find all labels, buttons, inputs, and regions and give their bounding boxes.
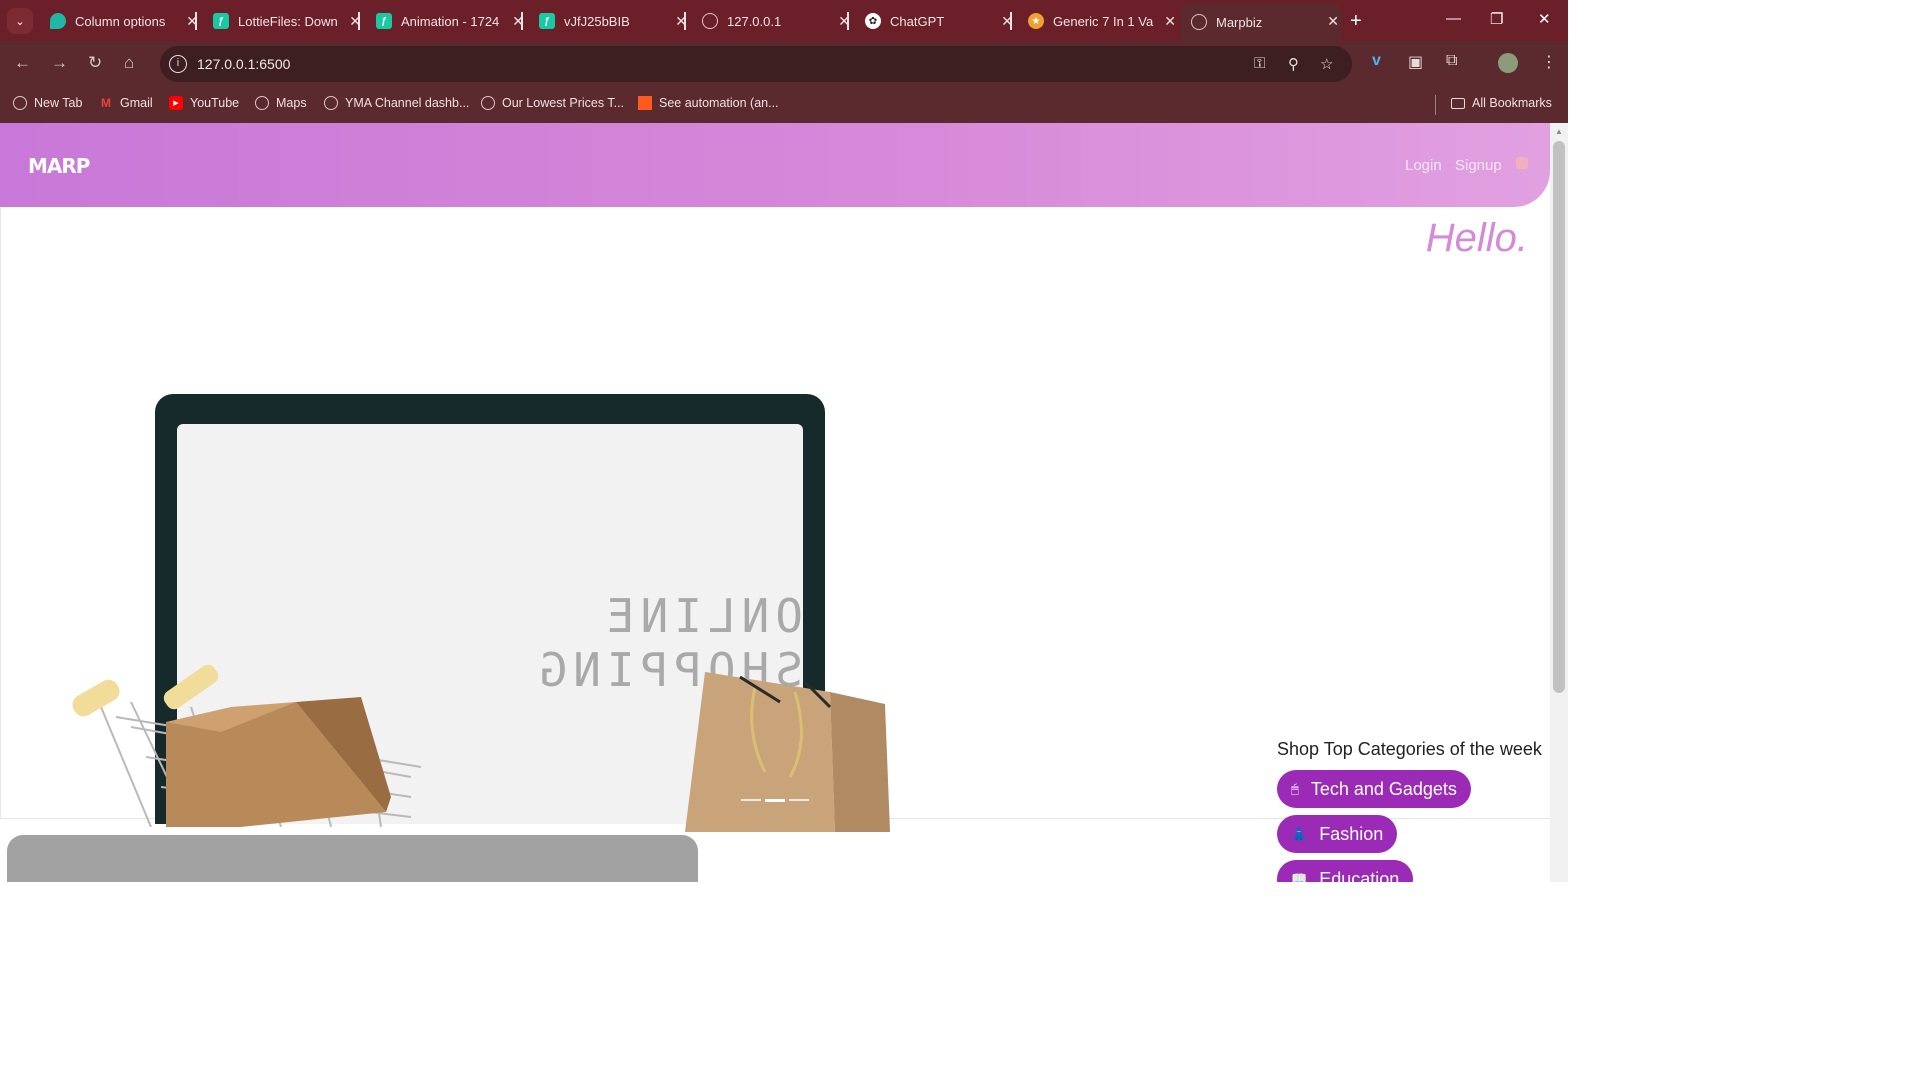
category-fashion[interactable]: 👗 Fashion	[1277, 815, 1398, 853]
tab-marpbiz[interactable]: Marpbiz ✕	[1181, 3, 1341, 41]
new-tab-button[interactable]: +	[1350, 10, 1362, 33]
tab-divider	[358, 12, 360, 30]
vimeo-extension-icon[interactable]: v	[1372, 52, 1381, 70]
globe-icon	[13, 96, 27, 110]
menu-kebab-icon[interactable]: ⋮	[1541, 52, 1557, 72]
column-options-icon	[50, 13, 66, 29]
youtube-icon: ▶	[169, 96, 183, 110]
reload-icon[interactable]: ↻	[88, 53, 102, 73]
globe-icon	[1191, 14, 1207, 30]
bookmark-maps[interactable]: Maps	[255, 96, 307, 110]
hero-carousel: Hello. ONLINE SHOPPING Shop Top Categori…	[0, 207, 1550, 882]
tab-column-options[interactable]: Column options ✕	[40, 6, 200, 36]
all-bookmarks-button[interactable]: All Bookmarks	[1451, 96, 1552, 110]
close-window-icon[interactable]: ✕	[1538, 10, 1551, 28]
globe-icon	[702, 13, 718, 29]
site-logo[interactable]: MARP	[28, 154, 90, 178]
bookmark-gmail[interactable]: M Gmail	[99, 96, 153, 110]
site-header: MARP Login Signup	[0, 123, 1550, 207]
globe-icon	[255, 96, 269, 110]
category-tech-and-gadgets[interactable]: 🖱 Tech and Gadgets	[1277, 770, 1471, 808]
content-card-placeholder	[7, 835, 698, 882]
globe-icon	[481, 96, 495, 110]
site-info-icon[interactable]: i	[169, 55, 187, 73]
chatgpt-icon: ✿	[865, 13, 881, 29]
tab-lottiefiles[interactable]: ƒ LottieFiles: Down ✕	[195, 6, 363, 36]
url-text[interactable]: 127.0.0.1:6500	[197, 56, 290, 72]
close-tab-icon[interactable]: ✕	[1164, 13, 1176, 30]
minimize-icon[interactable]: —	[1446, 10, 1461, 27]
dress-icon: 👗	[1291, 826, 1308, 841]
tab-localhost[interactable]: 127.0.0.1 ✕	[684, 6, 852, 36]
home-icon[interactable]: ⌂	[124, 53, 134, 73]
gmail-icon: M	[101, 96, 111, 110]
automation-icon	[638, 96, 652, 110]
bookmark-new-tab[interactable]: New Tab	[13, 96, 82, 110]
profile-avatar[interactable]	[1498, 53, 1518, 73]
browser-tab-bar: ⌄ Column options ✕ ƒ LottieFiles: Down ✕…	[0, 0, 1568, 41]
password-key-icon[interactable]: ⚿	[1254, 55, 1265, 72]
category-education[interactable]: 📖 Education	[1277, 860, 1414, 882]
close-tab-icon[interactable]: ✕	[1327, 13, 1339, 30]
lottiefiles-icon: ƒ	[539, 13, 555, 29]
scroll-up-icon[interactable]: ▲	[1555, 127, 1563, 136]
puzzle-extensions-icon[interactable]: ⧉	[1446, 52, 1457, 70]
signup-link[interactable]: Signup	[1455, 157, 1502, 174]
carousel-dot-active[interactable]	[765, 799, 785, 802]
tab-divider	[521, 12, 523, 30]
tab-divider	[684, 12, 686, 30]
carousel-dot[interactable]	[789, 799, 809, 801]
carousel-dot[interactable]	[741, 799, 761, 801]
tab-vjfj25bbib[interactable]: ƒ vJfJ25bBIB ✕	[521, 6, 689, 36]
restore-icon[interactable]: ❐	[1490, 10, 1503, 28]
zoom-icon[interactable]: ⚲	[1288, 55, 1299, 73]
page-scrollbar[interactable]: ▲	[1550, 123, 1568, 882]
paper-bag-illustration	[685, 672, 890, 832]
tab-divider	[195, 12, 197, 30]
mouse-icon: 🖱	[1291, 781, 1299, 796]
browser-toolbar: ← → ↻ ⌂ i 127.0.0.1:6500 ⚿ ⚲ ☆	[0, 41, 1568, 87]
tab-divider	[1010, 12, 1012, 30]
bookmark-yma-channel[interactable]: YMA Channel dashb...	[324, 96, 469, 110]
bookmarks-bar: New Tab M Gmail ▶ YouTube Maps YMA Chann…	[0, 87, 1568, 123]
shopping-cart-illustration	[72, 664, 422, 827]
book-icon: 📖	[1291, 871, 1308, 882]
forward-icon[interactable]: →	[51, 53, 68, 73]
bookmarks-divider	[1435, 95, 1436, 115]
lottiefiles-icon: ƒ	[376, 13, 392, 29]
tab-generic-product[interactable]: ★ Generic 7 In 1 Va ✕	[1010, 6, 1178, 36]
carousel-indicators	[741, 799, 809, 802]
web-page: MARP Login Signup Hello. ONLINE SHOPPING	[0, 123, 1550, 882]
extension-icon[interactable]: ▣	[1408, 52, 1423, 72]
tab-divider	[847, 12, 849, 30]
scrollbar-thumb[interactable]	[1553, 141, 1565, 693]
hero-greeting: Hello.	[1425, 216, 1528, 260]
folder-icon	[1451, 97, 1465, 109]
categories-title: Shop Top Categories of the week	[1277, 739, 1542, 759]
bookmark-lowest-prices[interactable]: Our Lowest Prices T...	[481, 96, 624, 110]
bookmark-see-automation[interactable]: See automation (an...	[638, 96, 779, 110]
login-link[interactable]: Login	[1405, 157, 1442, 174]
tab-animation[interactable]: ƒ Animation - 1724 ✕	[358, 6, 526, 36]
bookmark-star-icon[interactable]: ☆	[1320, 55, 1333, 73]
cart-icon[interactable]	[1516, 157, 1528, 169]
bookmark-youtube[interactable]: ▶ YouTube	[169, 96, 239, 110]
back-icon[interactable]: ←	[14, 53, 31, 73]
tab-search-button[interactable]: ⌄	[7, 8, 33, 34]
lottiefiles-icon: ƒ	[213, 13, 229, 29]
star-icon: ★	[1028, 13, 1044, 29]
globe-icon	[324, 96, 338, 110]
tab-chatgpt[interactable]: ✿ ChatGPT ✕	[847, 6, 1015, 36]
address-bar[interactable]: i 127.0.0.1:6500 ⚿ ⚲ ☆	[160, 46, 1352, 82]
